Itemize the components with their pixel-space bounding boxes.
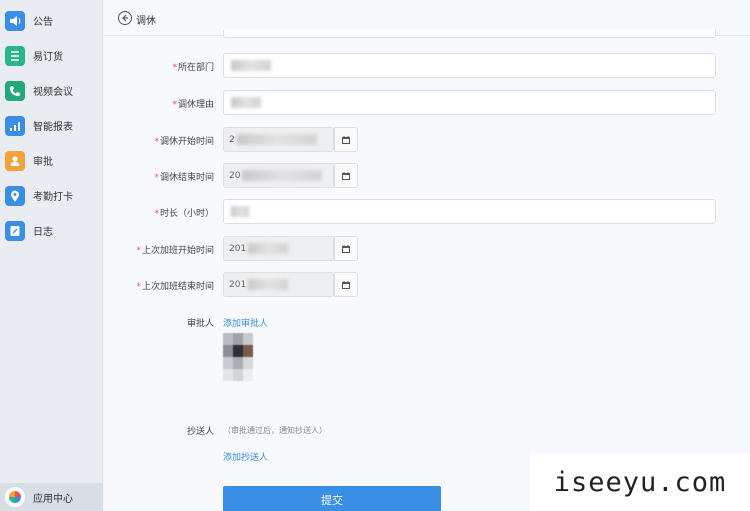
previous-field[interactable] <box>223 30 716 38</box>
last-overtime-end-label: *上次加班结束时间 <box>136 282 214 292</box>
start-time-field[interactable]: 2 <box>223 127 334 152</box>
end-time-label: *调休结束时间 <box>154 173 214 183</box>
sidebar-item-label: 考勤打卡 <box>33 192 73 203</box>
phone-icon <box>5 80 25 101</box>
sidebar-item-log[interactable]: 日志 <box>0 213 103 248</box>
calendar-icon[interactable] <box>334 272 358 297</box>
calendar-icon[interactable] <box>334 127 358 152</box>
add-approver-link[interactable]: 添加审批人 <box>223 316 268 329</box>
sidebar-item-attendance[interactable]: 考勤打卡 <box>0 178 103 213</box>
duration-label: *时长（小时） <box>154 209 214 219</box>
add-cc-link[interactable]: 添加抄送人 <box>223 450 268 463</box>
last-overtime-start-field[interactable]: 201 <box>223 236 334 261</box>
approver-avatar[interactable] <box>223 333 253 381</box>
reason-label: *调休理由 <box>172 100 214 110</box>
sidebar-item-video-meeting[interactable]: 视频会议 <box>0 73 103 108</box>
approver-label: 审批人 <box>186 319 214 329</box>
submit-button[interactable]: 提交 <box>223 486 441 511</box>
end-time-field[interactable]: 20 <box>223 163 334 188</box>
person-icon <box>5 150 25 171</box>
megaphone-icon <box>5 10 25 31</box>
sidebar-item-label: 视频会议 <box>33 87 73 98</box>
duration-field[interactable] <box>223 199 716 224</box>
cc-label: 抄送人 <box>186 427 214 437</box>
sidebar: 公告 易订货 视频会议 智能报表 审批 考勤打卡 日志 应用中心 <box>0 0 103 511</box>
back-icon[interactable] <box>118 11 132 25</box>
reason-field[interactable] <box>223 90 716 115</box>
sidebar-item-label: 智能报表 <box>33 122 73 133</box>
last-overtime-start-label: *上次加班开始时间 <box>136 246 214 256</box>
sidebar-item-label: 应用中心 <box>33 493 73 505</box>
sidebar-item-label: 审批 <box>33 157 53 168</box>
calendar-icon[interactable] <box>334 163 358 188</box>
sidebar-item-label: 日志 <box>33 227 53 238</box>
sidebar-item-label: 公告 <box>33 17 53 28</box>
department-label: *所在部门 <box>172 63 214 73</box>
order-icon <box>5 45 25 66</box>
app-center-icon <box>5 487 25 507</box>
last-overtime-end-field[interactable]: 201 <box>223 272 334 297</box>
department-field[interactable] <box>223 53 716 78</box>
sidebar-item-app-center[interactable]: 应用中心 <box>0 483 103 511</box>
note-icon <box>5 220 25 241</box>
start-time-label: *调休开始时间 <box>154 137 214 147</box>
sidebar-item-order[interactable]: 易订货 <box>0 38 103 73</box>
page-title: 调休 <box>136 16 156 27</box>
sidebar-item-announcement[interactable]: 公告 <box>0 3 103 38</box>
chart-icon <box>5 115 25 136</box>
location-icon <box>5 185 25 206</box>
calendar-icon[interactable] <box>334 236 358 261</box>
sidebar-item-approval[interactable]: 审批 <box>0 143 103 178</box>
main-panel: 调休 *所在部门 *调休理由 *调休开始时间 2 *调休结束时间 20 *时长（… <box>104 0 750 511</box>
watermark: iseeyu.com <box>530 454 750 511</box>
cc-hint: （审批通过后，通知抄送人） <box>223 426 327 435</box>
sidebar-item-reports[interactable]: 智能报表 <box>0 108 103 143</box>
sidebar-item-label: 易订货 <box>33 52 63 63</box>
